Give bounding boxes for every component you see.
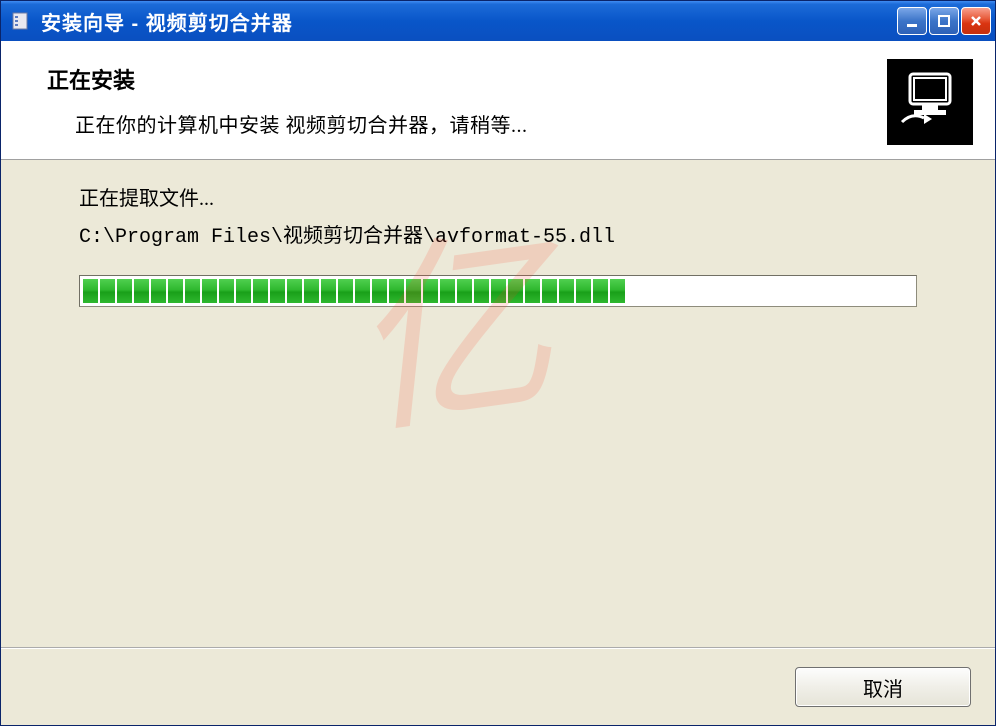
progress-chunk	[576, 279, 591, 303]
installer-window: 安装向导 - 视频剪切合并器 正在安装 正在你的计算机中安装 视频剪切合并器，请…	[0, 0, 996, 726]
progress-chunk	[338, 279, 353, 303]
progress-bar	[79, 275, 917, 307]
cancel-button[interactable]: 取消	[795, 667, 971, 707]
progress-chunk	[270, 279, 285, 303]
progress-chunk	[219, 279, 234, 303]
footer: 取消	[1, 647, 995, 725]
progress-chunk	[457, 279, 472, 303]
close-button[interactable]	[961, 7, 991, 35]
progress-chunk	[134, 279, 149, 303]
current-file-path: C:\Program Files\视频剪切合并器\avformat-55.dll	[79, 219, 939, 249]
header: 正在安装 正在你的计算机中安装 视频剪切合并器，请稍等...	[1, 41, 995, 160]
header-text: 正在安装 正在你的计算机中安装 视频剪切合并器，请稍等...	[23, 59, 887, 138]
progress-chunk	[151, 279, 166, 303]
progress-chunk	[321, 279, 336, 303]
progress-chunk	[440, 279, 455, 303]
progress-chunk	[372, 279, 387, 303]
window-title: 安装向导 - 视频剪切合并器	[41, 7, 897, 36]
progress-chunk	[542, 279, 557, 303]
minimize-button[interactable]	[897, 7, 927, 35]
progress-chunk	[304, 279, 319, 303]
progress-chunk	[117, 279, 132, 303]
maximize-button[interactable]	[929, 7, 959, 35]
progress-chunk	[491, 279, 506, 303]
progress-chunk	[202, 279, 217, 303]
progress-chunk	[389, 279, 404, 303]
progress-chunk	[236, 279, 251, 303]
progress-chunk	[474, 279, 489, 303]
progress-chunk	[83, 279, 98, 303]
titlebar[interactable]: 安装向导 - 视频剪切合并器	[1, 1, 995, 41]
header-subtitle: 正在你的计算机中安装 视频剪切合并器，请稍等...	[75, 109, 887, 138]
installer-icon	[887, 59, 973, 145]
extracting-label: 正在提取文件...	[79, 182, 939, 211]
progress-chunk	[610, 279, 625, 303]
progress-chunk	[508, 279, 523, 303]
window-controls	[897, 7, 991, 35]
progress-chunk	[253, 279, 268, 303]
progress-chunk	[355, 279, 370, 303]
progress-chunk	[423, 279, 438, 303]
progress-chunk	[559, 279, 574, 303]
progress-chunk	[593, 279, 608, 303]
progress-chunk	[168, 279, 183, 303]
progress-chunk	[525, 279, 540, 303]
progress-chunk	[287, 279, 302, 303]
header-title: 正在安装	[47, 63, 887, 95]
app-icon	[9, 9, 33, 33]
progress-chunk	[100, 279, 115, 303]
progress-chunk	[406, 279, 421, 303]
progress-chunk	[185, 279, 200, 303]
content: 亿 正在提取文件... C:\Program Files\视频剪切合并器\avf…	[1, 160, 995, 647]
